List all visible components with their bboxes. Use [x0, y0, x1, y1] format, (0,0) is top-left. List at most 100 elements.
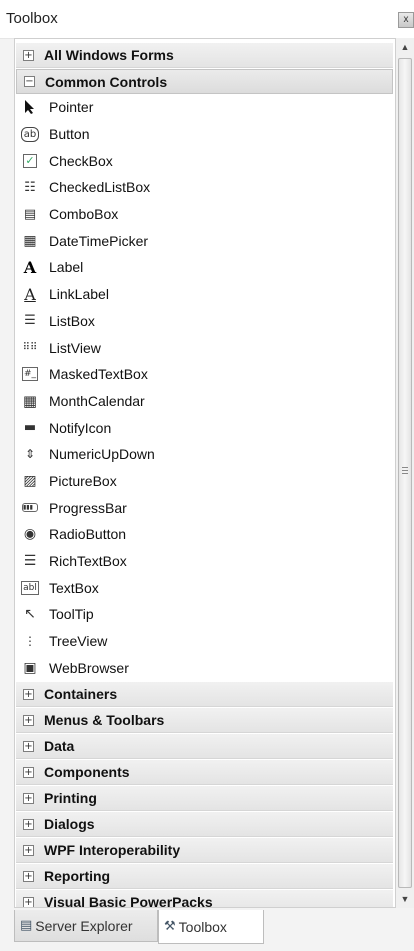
- toolbox-window: Toolbox x + All Windows Forms − Common Cont…: [0, 0, 414, 951]
- server-explorer-icon: ▤: [20, 918, 33, 933]
- toolbox-item-checkbox[interactable]: ✓ CheckBox: [15, 147, 395, 174]
- item-label: TreeView: [49, 633, 108, 650]
- item-label: NotifyIcon: [49, 419, 112, 436]
- category-containers[interactable]: + Containers: [16, 682, 393, 708]
- item-label: CheckedListBox: [49, 179, 151, 196]
- toolbox-item-progressbar[interactable]: ▮▮▮ ProgressBar: [15, 494, 395, 521]
- item-label: ListBox: [49, 312, 95, 329]
- richtextbox-icon: ☰: [23, 553, 37, 570]
- expand-icon[interactable]: +: [23, 870, 34, 882]
- item-label: MaskedTextBox: [49, 366, 148, 383]
- category-label: Visual Basic PowerPacks: [44, 894, 213, 908]
- category-label: Printing: [44, 790, 97, 807]
- category-printing[interactable]: + Printing: [16, 786, 393, 812]
- toolbox-item-radiobutton[interactable]: ◉ RadioButton: [15, 521, 395, 548]
- item-label: RadioButton: [49, 526, 127, 543]
- item-label: WebBrowser: [49, 659, 129, 676]
- category-dialogs[interactable]: + Dialogs: [16, 812, 393, 838]
- expand-icon[interactable]: +: [23, 792, 34, 804]
- scrollbar-thumb[interactable]: [398, 58, 412, 888]
- tab-server-explorer[interactable]: ▤ Server Explorer: [14, 910, 158, 942]
- combobox-icon: ▤: [23, 206, 37, 222]
- expand-icon[interactable]: +: [23, 49, 34, 61]
- item-label: DateTimePicker: [49, 232, 149, 249]
- expand-icon[interactable]: +: [23, 896, 34, 907]
- expand-icon[interactable]: +: [23, 818, 34, 830]
- progressbar-icon: ▮▮▮: [21, 499, 39, 517]
- listview-icon: ⠿⠿: [22, 341, 38, 353]
- category-label: Containers: [44, 686, 118, 703]
- toolbox-item-datetimepicker[interactable]: ▦ DateTimePicker: [15, 227, 395, 254]
- item-label: ToolTip: [49, 606, 94, 623]
- datetimepicker-icon: ▦: [23, 232, 37, 249]
- category-common-controls[interactable]: − Common Controls: [16, 69, 393, 94]
- toolbox-item-linklabel[interactable]: A LinkLabel: [15, 281, 395, 308]
- collapse-icon[interactable]: −: [24, 76, 35, 87]
- expand-icon[interactable]: +: [23, 844, 34, 856]
- item-label: ProgressBar: [49, 499, 127, 516]
- toolbox-item-monthcalendar[interactable]: ▦ MonthCalendar: [15, 388, 395, 415]
- tab-toolbox[interactable]: ⚒ Toolbox: [158, 910, 264, 944]
- tab-label: Toolbox: [178, 918, 227, 935]
- toolbox-item-richtextbox[interactable]: ☰ RichTextBox: [15, 548, 395, 575]
- category-label: Dialogs: [44, 816, 95, 833]
- toolbox-item-treeview[interactable]: ⋮ TreeView: [15, 628, 395, 655]
- maskedtextbox-icon: #_: [21, 367, 39, 382]
- monthcalendar-icon: ▦: [22, 391, 38, 410]
- close-icon[interactable]: x: [398, 12, 414, 28]
- toolbox-item-listview[interactable]: ⠿⠿ ListView: [15, 334, 395, 361]
- toolbox-item-combobox[interactable]: ▤ ComboBox: [15, 201, 395, 228]
- toolbox-item-checkedlistbox[interactable]: ☷ CheckedListBox: [15, 174, 395, 201]
- toolbox-item-button[interactable]: ab Button: [15, 121, 395, 148]
- scrollbar-grip-icon: [402, 467, 408, 475]
- category-data[interactable]: + Data: [16, 734, 393, 760]
- radiobutton-icon: ◉: [23, 526, 37, 543]
- item-label: LinkLabel: [49, 286, 109, 303]
- category-label: Data: [44, 738, 75, 755]
- window-title: Toolbox: [6, 10, 58, 27]
- category-label: Components: [44, 764, 130, 781]
- scroll-up-arrow-icon[interactable]: ▲: [396, 38, 414, 56]
- treeview-icon: ⋮: [24, 634, 36, 649]
- item-label: NumericUpDown: [49, 446, 155, 463]
- item-label: RichTextBox: [49, 553, 127, 570]
- vertical-scrollbar[interactable]: ▲ ▼: [396, 38, 414, 908]
- toolbox-item-textbox[interactable]: abl TextBox: [15, 574, 395, 601]
- item-label: Pointer: [49, 99, 94, 116]
- webbrowser-icon: ▣: [23, 659, 37, 676]
- category-label: Reporting: [44, 868, 111, 885]
- toolbox-item-picturebox[interactable]: ▨ PictureBox: [15, 468, 395, 495]
- item-label: Label: [49, 259, 84, 276]
- category-label: Menus & Toolbars: [44, 712, 165, 729]
- category-reporting[interactable]: + Reporting: [16, 864, 393, 890]
- toolbox-item-label[interactable]: A Label: [15, 254, 395, 281]
- category-label: All Windows Forms: [44, 47, 174, 63]
- checkedlistbox-icon: ☷: [24, 179, 36, 195]
- toolbox-item-pointer[interactable]: Pointer: [15, 94, 395, 121]
- checkbox-icon: ✓: [21, 152, 39, 170]
- toolbox-item-listbox[interactable]: ☰ ListBox: [15, 308, 395, 335]
- expand-icon[interactable]: +: [23, 688, 34, 700]
- category-components[interactable]: + Components: [16, 760, 393, 786]
- tooltip-icon: ↖: [24, 606, 36, 623]
- category-visual-basic-powerpacks[interactable]: + Visual Basic PowerPacks: [16, 890, 393, 908]
- scroll-down-arrow-icon[interactable]: ▼: [396, 890, 414, 908]
- item-label: MonthCalendar: [49, 392, 145, 409]
- toolbox-icon: ⚒: [164, 919, 176, 934]
- toolbox-item-tooltip[interactable]: ↖ ToolTip: [15, 601, 395, 628]
- expand-icon[interactable]: +: [23, 766, 34, 778]
- category-menus-toolbars[interactable]: + Menus & Toolbars: [16, 708, 393, 734]
- textbox-icon: abl: [21, 580, 39, 595]
- expand-icon[interactable]: +: [23, 740, 34, 752]
- toolbox-item-maskedtextbox[interactable]: #_ MaskedTextBox: [15, 361, 395, 388]
- expand-icon[interactable]: +: [23, 714, 34, 726]
- item-label: TextBox: [49, 579, 99, 596]
- category-all-windows-forms[interactable]: + All Windows Forms: [16, 43, 393, 68]
- item-label: ListView: [49, 339, 101, 356]
- toolbox-item-notifyicon[interactable]: ▬ NotifyIcon: [15, 414, 395, 441]
- category-label: WPF Interoperability: [44, 842, 181, 859]
- toolbox-item-webbrowser[interactable]: ▣ WebBrowser: [15, 654, 395, 681]
- toolbox-item-numericupdown[interactable]: ⇕ NumericUpDown: [15, 441, 395, 468]
- label-icon: A: [23, 257, 37, 277]
- category-wpf-interoperability[interactable]: + WPF Interoperability: [16, 838, 393, 864]
